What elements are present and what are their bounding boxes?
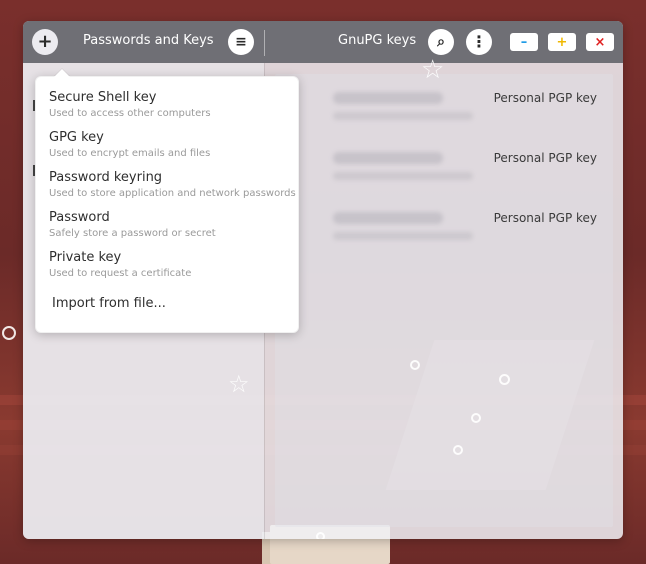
menu-item-password[interactable]: Password Safely store a password or secr… [49, 210, 289, 241]
wallpaper-ring [2, 326, 16, 340]
bubble-outline-icon [316, 532, 325, 539]
menu-item-password-keyring[interactable]: Password keyring Used to store applicati… [49, 170, 296, 201]
add-button[interactable]: + [32, 29, 58, 55]
hamburger-icon: ≡ [235, 34, 247, 50]
menu-item-title: Private key [49, 250, 122, 265]
bubble-outline-icon [471, 413, 481, 423]
headerbar-separator [264, 30, 265, 56]
key-row[interactable]: 🔑 Personal PGP key [275, 210, 613, 250]
key-row[interactable]: 🔑 Personal PGP key [275, 90, 613, 130]
search-button[interactable]: ⌕ [428, 29, 454, 55]
bubble-outline-icon [453, 445, 463, 455]
key-detail-redacted [333, 232, 473, 240]
menu-item-title: Password [49, 210, 110, 225]
close-icon: × [594, 34, 606, 50]
key-row[interactable]: 🔑 Personal PGP key [275, 150, 613, 190]
menu-item-title: GPG key [49, 130, 104, 145]
plus-icon: + [37, 31, 53, 52]
minimize-icon: – [520, 34, 528, 50]
key-name-redacted [333, 92, 443, 104]
menu-item-subtitle: Used to store application and network pa… [49, 188, 296, 199]
search-icon: ⌕ [437, 34, 445, 50]
menu-item-subtitle: Used to request a certificate [49, 268, 192, 279]
add-item-popover: Secure Shell key Used to access other co… [35, 76, 299, 333]
bubble-outline-icon [499, 374, 510, 385]
bubble-outline-icon [410, 360, 420, 370]
headerbar: + Passwords and Keys ≡ GnuPG keys ⌕ ⋮ – … [23, 21, 623, 63]
key-list: 🔑 Personal PGP key 🔑 Personal PGP key 🔑 … [275, 57, 613, 539]
import-from-file-button[interactable]: Import from file... [52, 296, 166, 311]
close-button[interactable]: × [586, 33, 614, 51]
menu-item-gpg-key[interactable]: GPG key Used to encrypt emails and files [49, 130, 289, 161]
minimize-button[interactable]: – [510, 33, 538, 51]
key-detail-redacted [333, 112, 473, 120]
key-type-label: Personal PGP key [493, 211, 597, 225]
more-options-button[interactable]: ⋮ [466, 29, 492, 55]
app-title: Passwords and Keys [83, 33, 214, 48]
key-type-label: Personal PGP key [493, 91, 597, 105]
menu-item-secure-shell-key[interactable]: Secure Shell key Used to access other co… [49, 90, 289, 121]
menu-item-subtitle: Used to access other computers [49, 108, 211, 119]
menu-item-title: Password keyring [49, 170, 163, 185]
key-name-redacted [333, 152, 443, 164]
maximize-icon: + [556, 34, 568, 50]
key-detail-redacted [333, 172, 473, 180]
key-type-label: Personal PGP key [493, 151, 597, 165]
key-name-redacted [333, 212, 443, 224]
menu-item-private-key[interactable]: Private key Used to request a certificat… [49, 250, 289, 281]
star-outline-icon: ☆ [421, 55, 445, 85]
page-title: GnuPG keys [338, 33, 417, 48]
main-menu-button[interactable]: ≡ [228, 29, 254, 55]
star-outline-icon: ☆ [228, 370, 250, 398]
more-vertical-icon: ⋮ [471, 32, 487, 51]
menu-item-subtitle: Safely store a password or secret [49, 228, 216, 239]
maximize-button[interactable]: + [548, 33, 576, 51]
menu-item-title: Secure Shell key [49, 90, 157, 105]
menu-item-subtitle: Used to encrypt emails and files [49, 148, 211, 159]
